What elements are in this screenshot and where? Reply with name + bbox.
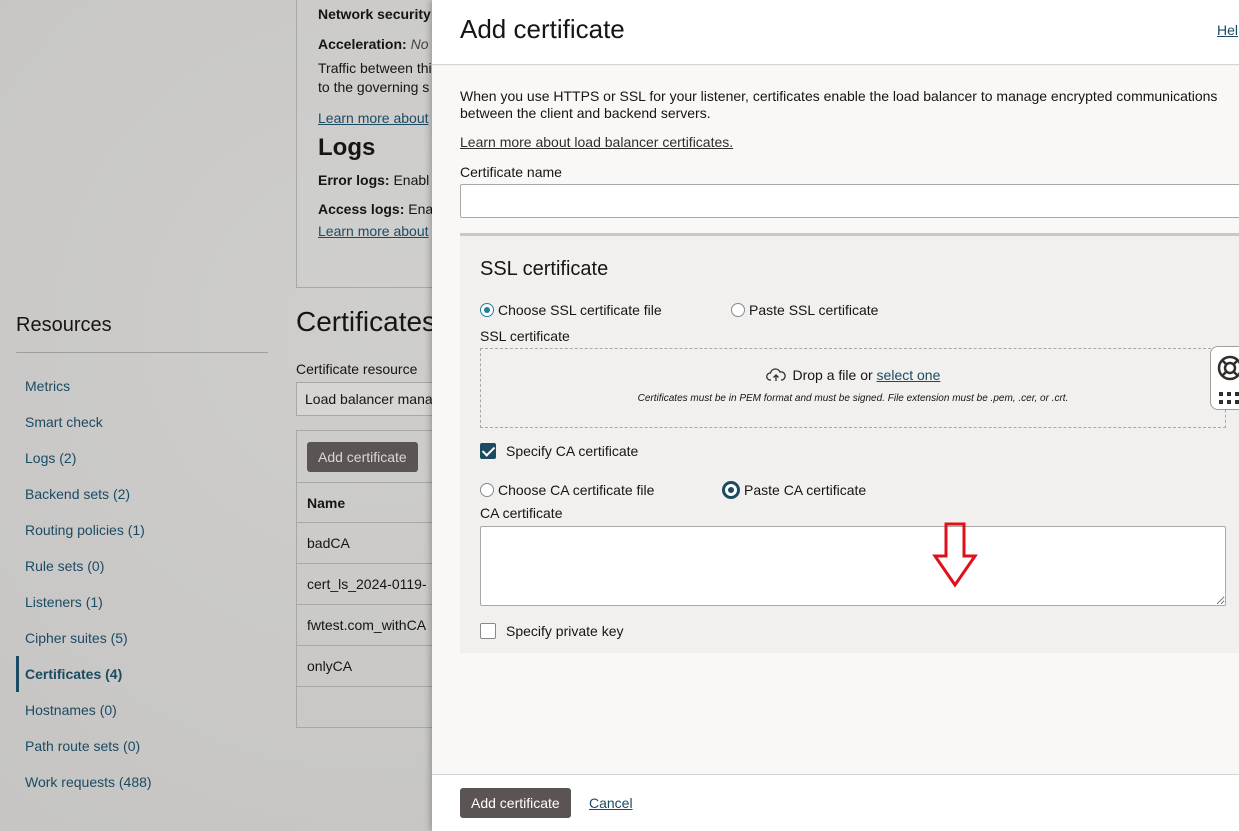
certificate-resource-label: Certificate resource [296,361,418,377]
add-certificate-button-bg[interactable]: Add certificate [307,442,418,472]
acceleration-value: No [410,36,429,52]
radio-unselected-icon[interactable] [480,483,494,497]
cancel-link[interactable]: Cancel [589,795,633,811]
column-header-name: Name [297,482,445,523]
drop-file-text: Drop a file or [792,367,873,383]
ca-option-paste-label: Paste CA certificate [744,482,867,498]
ssl-certificate-label: SSL certificate [480,328,570,344]
resource-item-path-route-sets[interactable]: Path route sets (0) [16,728,268,764]
resource-item-listeners[interactable]: Listeners (1) [16,584,268,620]
error-logs-label: Error logs: [318,172,390,188]
ca-certificate-label: CA certificate [480,505,563,521]
ssl-option-choose-file-label: Choose SSL certificate file [498,302,662,318]
ca-option-choose-file-label: Choose CA certificate file [498,482,655,498]
select-file-link[interactable]: select one [877,367,941,383]
resource-item-smart-check[interactable]: Smart check [16,404,268,440]
error-logs-value: Enabl [393,172,430,188]
specify-private-key-checkbox-row[interactable]: Specify private key [480,621,624,641]
radio-unselected-icon[interactable] [731,303,745,317]
specify-ca-checkbox-row[interactable]: Specify CA certificate [480,441,638,461]
panel-title: Add certificate [460,14,625,44]
ssl-section-title: SSL certificate [480,258,609,280]
specify-private-key-label: Specify private key [506,623,624,639]
panel-footer: Add certificate Cancel [432,774,1239,831]
resource-item-backend-sets[interactable]: Backend sets (2) [16,476,268,512]
resource-item-work-requests[interactable]: Work requests (488) [16,764,268,800]
table-row[interactable]: fwtest.com_withCA [297,605,445,646]
ssl-file-dropzone[interactable]: Drop a file or select one Certificates m… [480,348,1226,428]
resource-item-cipher-suites[interactable]: Cipher suites (5) [16,620,268,656]
table-row[interactable]: onlyCA [297,646,445,687]
resource-item-rule-sets[interactable]: Rule sets (0) [16,548,268,584]
ca-certificate-textarea[interactable] [480,526,1226,606]
checkbox-checked-icon[interactable] [480,443,496,459]
resources-divider [16,352,268,353]
ssl-option-paste[interactable]: Paste SSL certificate [731,300,878,320]
table-row[interactable]: cert_ls_2024-0119- [297,564,445,605]
resource-item-routing-policies[interactable]: Routing policies (1) [16,512,268,548]
certificates-heading: Certificates [296,306,437,337]
certificate-name-label: Certificate name [460,164,562,180]
add-certificate-button[interactable]: Add certificate [460,788,571,818]
certificate-resource-select[interactable]: Load balancer mana [296,382,446,416]
checkbox-unchecked-icon[interactable] [480,623,496,639]
panel-body: When you use HTTPS or SSL for your liste… [432,66,1239,774]
resources-nav: Metrics Smart check Logs (2) Backend set… [16,368,268,800]
learn-more-certificates-link[interactable]: Learn more about load balancer certifica… [460,134,733,150]
table-row[interactable]: badCA [297,523,445,564]
resource-item-logs[interactable]: Logs (2) [16,440,268,476]
add-certificate-panel: Add certificate Hel When you use HTTPS o… [432,0,1239,831]
lifebuoy-icon[interactable] [1215,353,1239,383]
access-logs-label: Access logs: [318,201,405,217]
resource-item-certificates[interactable]: Certificates (4) [16,656,268,692]
panel-header: Add certificate Hel [432,0,1239,65]
intro-text: When you use HTTPS or SSL for your liste… [460,88,1218,121]
ssl-option-choose-file[interactable]: Choose SSL certificate file [480,300,662,320]
grid-apps-icon[interactable] [1215,389,1239,409]
ssl-certificate-section: SSL certificate Choose SSL certificate f… [460,233,1239,653]
specify-ca-label: Specify CA certificate [506,443,639,459]
ssl-option-paste-label: Paste SSL certificate [749,302,879,318]
ca-option-paste[interactable]: Paste CA certificate [722,480,866,500]
acceleration-label: Acceleration: [318,36,407,52]
radio-selected-icon[interactable] [722,481,740,499]
resources-title: Resources [16,314,112,336]
help-widget[interactable] [1210,346,1239,410]
access-logs-value: Ena [408,201,434,217]
resource-item-metrics[interactable]: Metrics [16,368,268,404]
drop-format-note: Certificates must be in PEM format and m… [637,393,1069,404]
certificate-name-input[interactable] [460,184,1239,218]
resource-item-hostnames[interactable]: Hostnames (0) [16,692,268,728]
radio-selected-icon[interactable] [480,303,494,317]
ca-option-choose-file[interactable]: Choose CA certificate file [480,480,654,500]
red-down-arrow-icon [932,522,978,588]
help-link[interactable]: Hel [1217,22,1238,38]
cloud-upload-icon [765,368,786,381]
certificates-table: Add certificate Name badCA cert_ls_2024-… [296,430,446,728]
